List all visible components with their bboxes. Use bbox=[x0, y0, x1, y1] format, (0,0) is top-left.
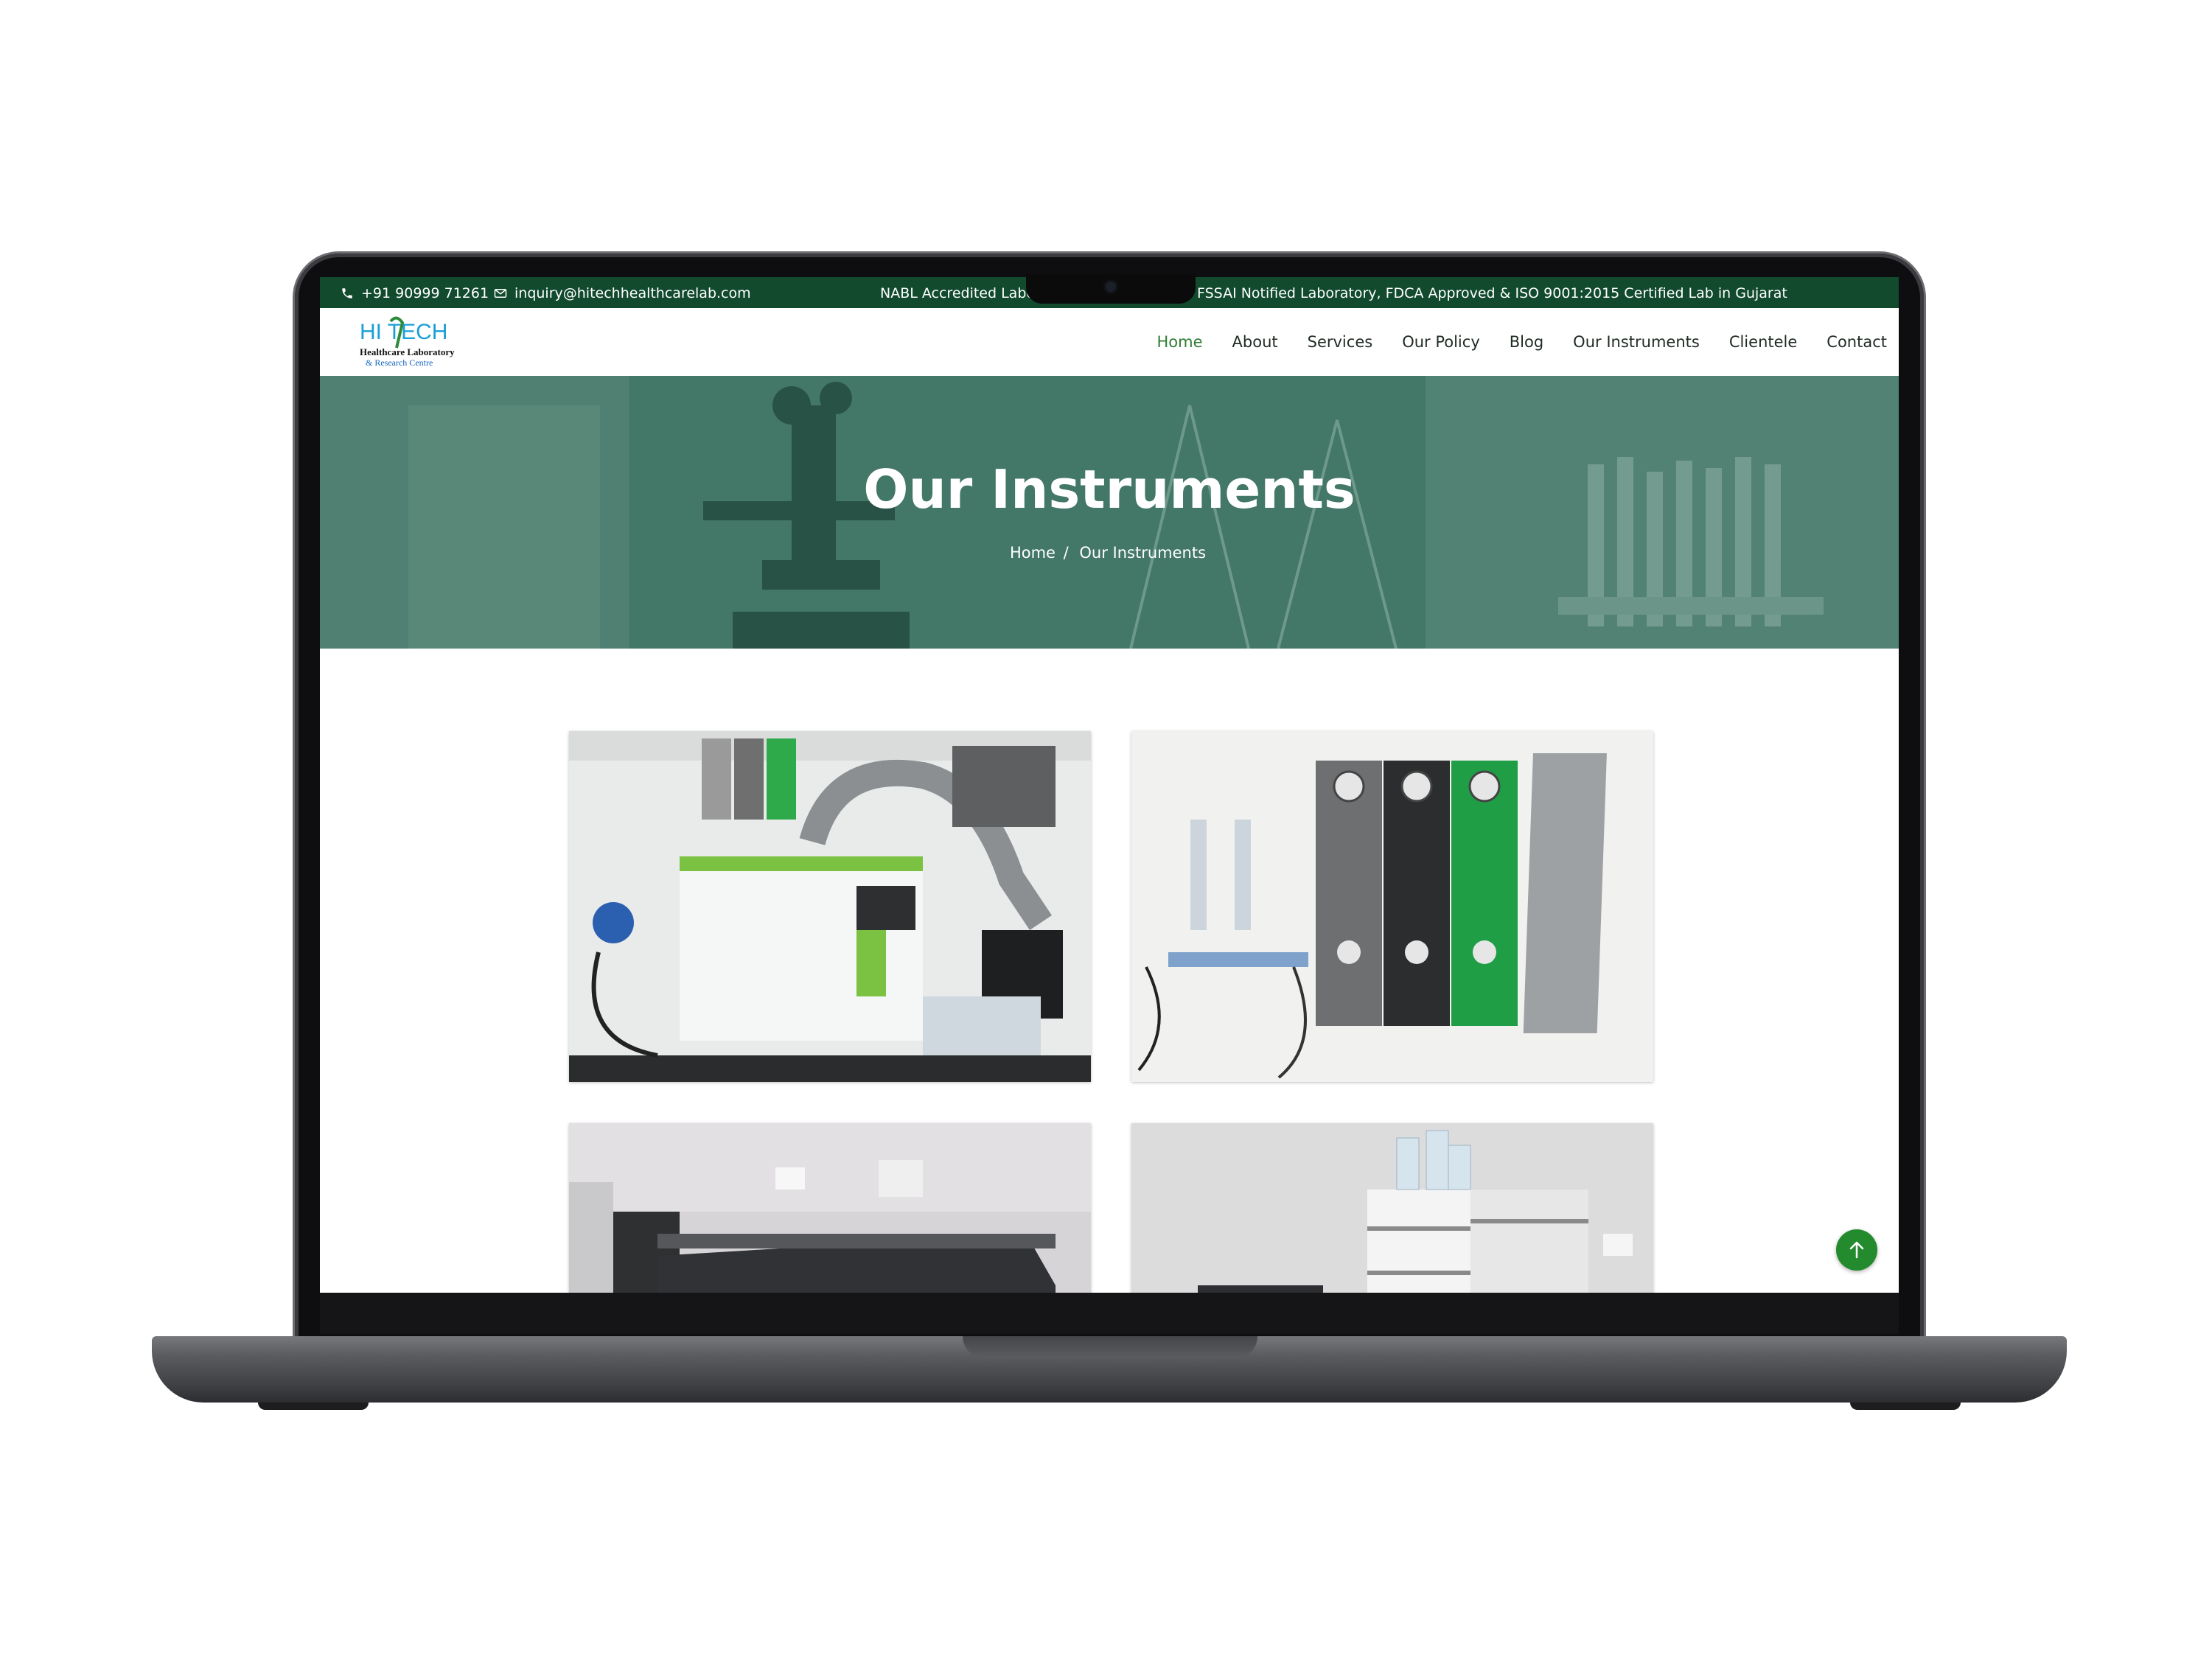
phone-icon bbox=[342, 288, 352, 298]
email-address: inquiry@hitechhealthcarelab.com bbox=[514, 285, 751, 301]
nav-blog[interactable]: Blog bbox=[1510, 333, 1543, 351]
phone-contact[interactable]: +91 90999 71261 bbox=[341, 285, 489, 301]
nav-our-policy[interactable]: Our Policy bbox=[1402, 333, 1480, 351]
gas-regulator-panel-photo bbox=[1131, 731, 1653, 1082]
instrument-image-3[interactable] bbox=[569, 1123, 1091, 1293]
nav-services[interactable]: Services bbox=[1308, 333, 1373, 351]
breadcrumb-separator: / bbox=[1063, 544, 1069, 562]
accreditation-notice-right: FSSAI Notified Laboratory, FDCA Approved… bbox=[1197, 285, 1787, 301]
breadcrumb: Home / Our Instruments bbox=[320, 544, 1899, 562]
nav-clientele[interactable]: Clientele bbox=[1729, 333, 1797, 351]
scroll-to-top-button[interactable] bbox=[1836, 1229, 1877, 1271]
arrow-up-icon bbox=[1849, 1241, 1864, 1259]
instrument-image-1[interactable] bbox=[569, 731, 1091, 1082]
page-hero-banner: Our Instruments Home / Our Instruments bbox=[320, 376, 1899, 649]
nav-contact[interactable]: Contact bbox=[1827, 333, 1887, 351]
laptop-foot-left bbox=[258, 1403, 369, 1410]
main-navbar: HI TECH Healthcare Laboratory & Research… bbox=[320, 308, 1899, 376]
nav-home[interactable]: Home bbox=[1157, 333, 1203, 351]
accreditation-notice-left: NABL Accredited Labor bbox=[880, 285, 1041, 301]
logo-text-line2: Healthcare Laboratory bbox=[360, 346, 455, 357]
breadcrumb-current: Our Instruments bbox=[1079, 544, 1207, 562]
nav-our-instruments[interactable]: Our Instruments bbox=[1573, 333, 1700, 351]
hitech-logo[interactable]: HI TECH Healthcare Laboratory & Research… bbox=[358, 314, 476, 373]
email-contact[interactable]: inquiry@hitechhealthcarelab.com bbox=[494, 285, 751, 301]
phone-number: +91 90999 71261 bbox=[361, 285, 489, 301]
nav-about[interactable]: About bbox=[1232, 333, 1278, 351]
breadcrumb-home[interactable]: Home bbox=[1010, 544, 1056, 562]
logo-text-line3: & Research Centre bbox=[366, 357, 433, 368]
instrument-image-4[interactable] bbox=[1131, 1123, 1653, 1293]
lab-instrument-photo bbox=[569, 1123, 1091, 1293]
mass-spectrometer-photo bbox=[569, 731, 1091, 1082]
mail-icon bbox=[494, 289, 507, 298]
laptop-screen-chin bbox=[320, 1293, 1899, 1334]
primary-nav: Home About Services Our Policy Blog Our … bbox=[1157, 308, 1887, 376]
instrument-image-2[interactable] bbox=[1131, 731, 1653, 1082]
hplc-system-photo bbox=[1131, 1123, 1653, 1293]
website-screen: +91 90999 71261 inquiry@hitechhealthcare… bbox=[320, 277, 1899, 1293]
camera-lens bbox=[1106, 282, 1116, 292]
page-title: Our Instruments bbox=[863, 458, 1356, 520]
laptop-base-notch bbox=[963, 1336, 1257, 1358]
laptop-foot-right bbox=[1850, 1403, 1961, 1410]
